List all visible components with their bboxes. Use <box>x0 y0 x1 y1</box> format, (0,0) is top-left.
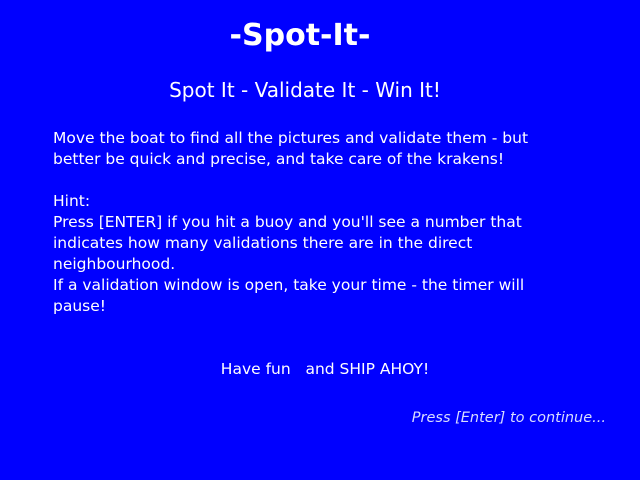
continue-prompt[interactable]: Press [Enter] to continue... <box>412 408 606 428</box>
hint-line: pause! <box>53 297 106 315</box>
intro-line: better be quick and precise, and take ca… <box>53 150 505 168</box>
hint-line: If a validation window is open, take you… <box>53 276 525 294</box>
hint-line: indicates how many validations there are… <box>53 234 473 252</box>
game-subtitle: Spot It - Validate It - Win It! <box>169 78 441 102</box>
hint-line: neighbourhood. <box>53 255 176 273</box>
instructions-text: Move the boat to find all the pictures a… <box>53 128 613 317</box>
instructions-screen[interactable]: -Spot-It- Spot It - Validate It - Win It… <box>0 0 640 480</box>
intro-line: Move the boat to find all the pictures a… <box>53 129 529 147</box>
game-title: -Spot-It- <box>229 18 371 53</box>
closing-message: Have fun and SHIP AHOY! <box>220 360 430 378</box>
hint-line: Press [ENTER] if you hit a buoy and you'… <box>53 213 522 231</box>
hint-heading: Hint: <box>53 192 91 210</box>
